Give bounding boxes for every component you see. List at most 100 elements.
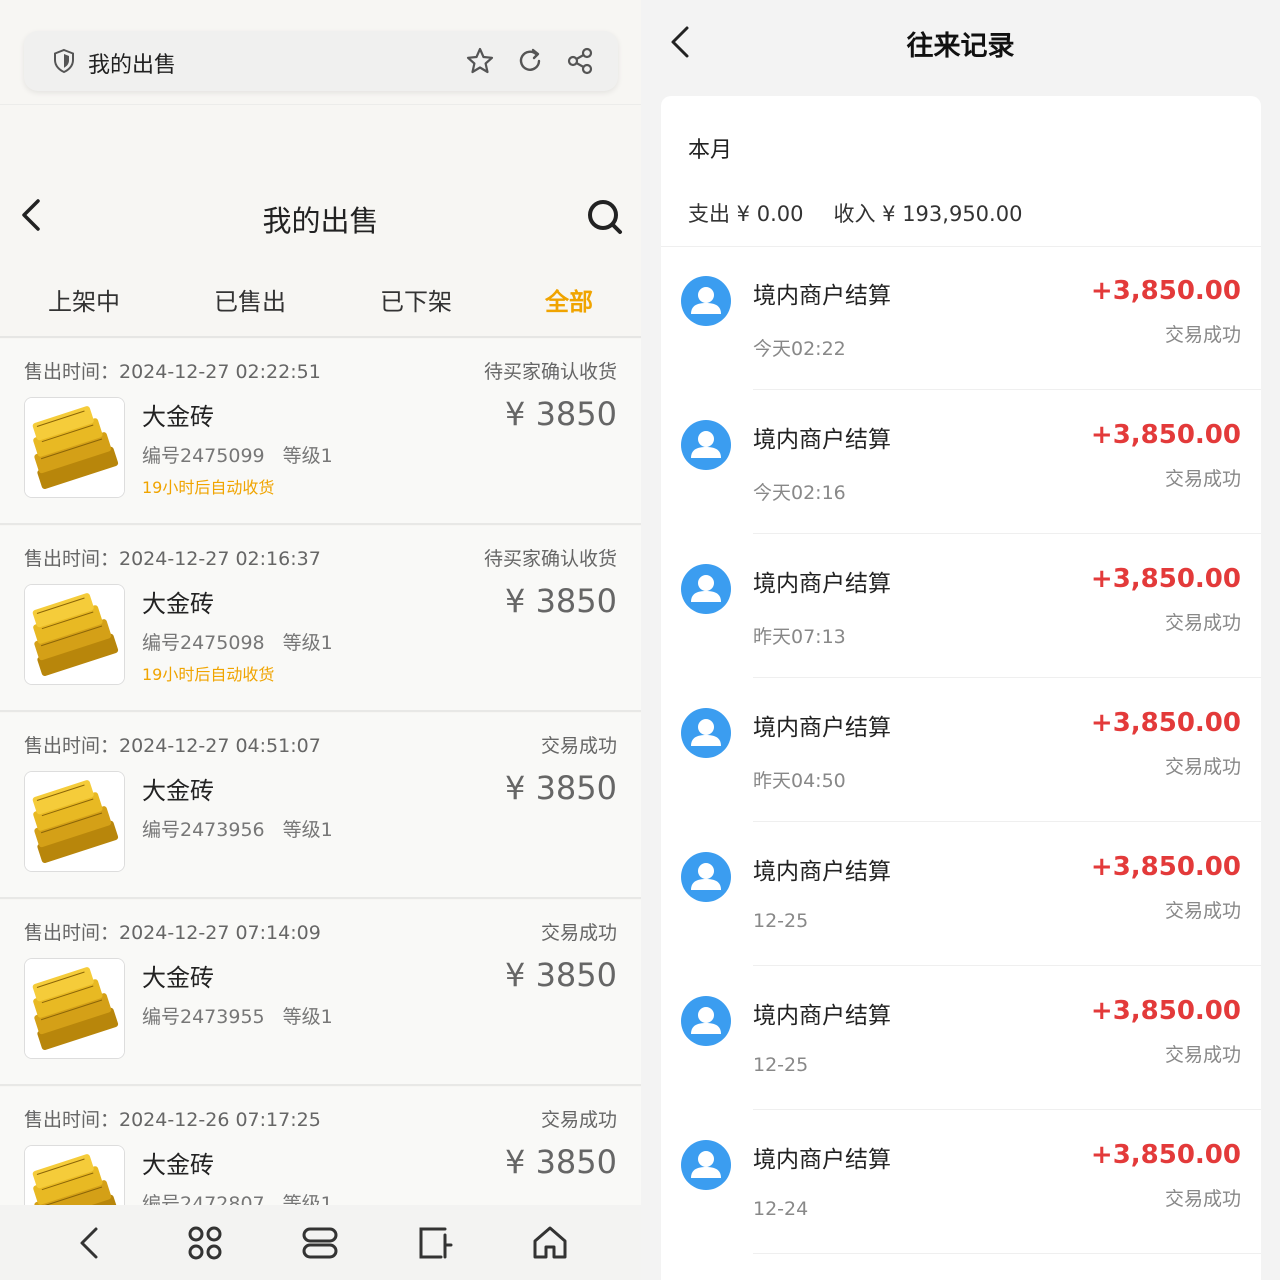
item-price: ¥ 3850 (505, 395, 617, 433)
share-icon[interactable] (564, 45, 596, 77)
item-level: 等级1 (282, 1006, 333, 1028)
item-level: 等级1 (282, 819, 333, 841)
record-status: 交易成功 (1164, 1188, 1241, 1210)
shield-icon (54, 48, 74, 74)
item-name: 大金砖 (142, 1151, 214, 1179)
browser-address-bar[interactable]: 我的出售 (24, 31, 618, 91)
item-id: 编号2473956 (142, 819, 265, 841)
tab-on-sale[interactable]: 上架中 (48, 282, 120, 317)
record-amount: +3,850.00 (1090, 996, 1241, 1026)
my-sales-screen: 我的出售 我的出售 上架中 已售出 已下架 全部 售出时间：2024-12-27… (0, 0, 641, 1280)
record-amount: +3,850.00 (1090, 1140, 1241, 1170)
record-item[interactable]: 境内商户结算 今天02:16 +3,850.00 交易成功 (661, 390, 1261, 534)
refresh-icon[interactable] (514, 45, 546, 77)
record-item[interactable]: 境内商户结算 昨天07:13 +3,850.00 交易成功 (661, 534, 1261, 678)
user-avatar-icon (681, 420, 731, 470)
record-name: 境内商户结算 (753, 571, 891, 597)
nav-back-icon[interactable] (70, 1223, 110, 1263)
item-name: 大金砖 (142, 590, 214, 618)
record-status: 交易成功 (1164, 756, 1241, 778)
record-time: 昨天04:50 (753, 770, 846, 792)
sale-time: 售出时间：2024-12-27 02:16:37 (24, 548, 321, 570)
sale-status: 交易成功 (540, 735, 617, 757)
user-avatar-icon (681, 852, 731, 902)
user-avatar-icon (681, 564, 731, 614)
record-item[interactable]: 境内商户结算 12-24 +3,850.00 交易成功 (661, 1110, 1261, 1254)
tabs-icon[interactable] (300, 1223, 340, 1263)
sale-time: 售出时间：2024-12-27 02:22:51 (24, 361, 321, 383)
star-icon[interactable] (464, 45, 496, 77)
sale-card[interactable]: 售出时间：2024-12-27 02:22:51 待买家确认收货 大金砖 ¥ 3… (0, 339, 641, 525)
record-status: 交易成功 (1164, 612, 1241, 634)
tab-delisted[interactable]: 已下架 (380, 282, 452, 317)
record-name: 境内商户结算 (753, 427, 891, 453)
record-status: 交易成功 (1164, 468, 1241, 490)
records-title: 往来记录 (906, 31, 1015, 62)
home-icon[interactable] (530, 1223, 570, 1263)
transaction-records-screen: 往来记录 本月 支出 ¥ 0.00 收入 ¥ 193,950.00 境内商户结算 … (641, 0, 1280, 1280)
tab-sold[interactable]: 已售出 (214, 282, 286, 317)
record-item[interactable]: 境内商户结算 昨天04:50 +3,850.00 交易成功 (661, 678, 1261, 822)
record-name: 境内商户结算 (753, 715, 891, 741)
sale-status: 待买家确认收货 (483, 548, 617, 570)
item-name: 大金砖 (142, 777, 214, 805)
sale-time: 售出时间：2024-12-27 07:14:09 (24, 922, 321, 944)
record-status: 交易成功 (1164, 324, 1241, 346)
user-avatar-icon (681, 1140, 731, 1190)
browser-bottom-nav (0, 1205, 641, 1280)
sale-card[interactable]: 售出时间：2024-12-27 07:14:09 交易成功 大金砖 ¥ 3850… (0, 900, 641, 1086)
record-item[interactable]: 境内商户结算 今天02:22 +3,850.00 交易成功 (661, 246, 1261, 390)
record-item[interactable]: 境内商户结算 12-25 +3,850.00 交易成功 (661, 966, 1261, 1110)
user-avatar-icon (681, 996, 731, 1046)
gold-bar-image (24, 584, 125, 685)
sale-status: 交易成功 (540, 922, 617, 944)
user-avatar-icon (681, 276, 731, 326)
apps-icon[interactable] (185, 1223, 225, 1263)
gold-bar-image (24, 397, 125, 498)
record-amount: +3,850.00 (1090, 564, 1241, 594)
sale-time: 售出时间：2024-12-26 07:17:25 (24, 1109, 321, 1131)
income-total: 收入 ¥ 193,950.00 (833, 202, 1023, 226)
record-time: 12-25 (753, 1054, 809, 1076)
item-name: 大金砖 (142, 964, 214, 992)
record-status: 交易成功 (1164, 1044, 1241, 1066)
record-amount: +3,850.00 (1090, 708, 1241, 738)
expense-total: 支出 ¥ 0.00 (688, 202, 804, 226)
item-price: ¥ 3850 (505, 956, 617, 994)
month-label: 本月 (688, 138, 733, 163)
tab-divider (0, 336, 641, 338)
item-level: 等级1 (282, 632, 333, 654)
record-time: 昨天07:13 (753, 626, 846, 648)
record-time: 12-25 (753, 910, 809, 932)
page-title: 我的出售 (262, 204, 379, 238)
item-price: ¥ 3850 (505, 1143, 617, 1181)
item-name: 大金砖 (142, 403, 214, 431)
sale-card[interactable]: 售出时间：2024-12-27 04:51:07 交易成功 大金砖 ¥ 3850… (0, 713, 641, 899)
item-id: 编号2475098 (142, 632, 265, 654)
record-time: 今天02:16 (753, 482, 846, 504)
record-amount: +3,850.00 (1090, 420, 1241, 450)
user-avatar-icon (681, 708, 731, 758)
record-name: 境内商户结算 (753, 283, 891, 309)
gold-bar-image (24, 958, 125, 1059)
item-price: ¥ 3850 (505, 769, 617, 807)
item-id: 编号2473955 (142, 1006, 265, 1028)
item-id: 编号2475099 (142, 445, 265, 467)
item-level: 等级1 (282, 445, 333, 467)
gold-bar-image (24, 771, 125, 872)
auto-receive-note: 19小时后自动收货 (142, 665, 275, 684)
browser-title: 我的出售 (88, 53, 177, 78)
sale-status: 待买家确认收货 (483, 361, 617, 383)
record-amount: +3,850.00 (1090, 852, 1241, 882)
record-item[interactable]: 境内商户结算 12-25 +3,850.00 交易成功 (661, 822, 1261, 966)
tab-all[interactable]: 全部 (545, 282, 593, 317)
record-time: 12-24 (753, 1198, 809, 1220)
record-name: 境内商户结算 (753, 1003, 891, 1029)
new-tab-icon[interactable] (415, 1223, 455, 1263)
sale-time: 售出时间：2024-12-27 04:51:07 (24, 735, 321, 757)
records-panel: 本月 支出 ¥ 0.00 收入 ¥ 193,950.00 境内商户结算 今天02:… (661, 96, 1261, 1280)
sale-card[interactable]: 售出时间：2024-12-27 02:16:37 待买家确认收货 大金砖 ¥ 3… (0, 526, 641, 712)
record-amount: +3,850.00 (1090, 276, 1241, 306)
sale-status: 交易成功 (540, 1109, 617, 1131)
search-icon[interactable] (584, 196, 626, 238)
